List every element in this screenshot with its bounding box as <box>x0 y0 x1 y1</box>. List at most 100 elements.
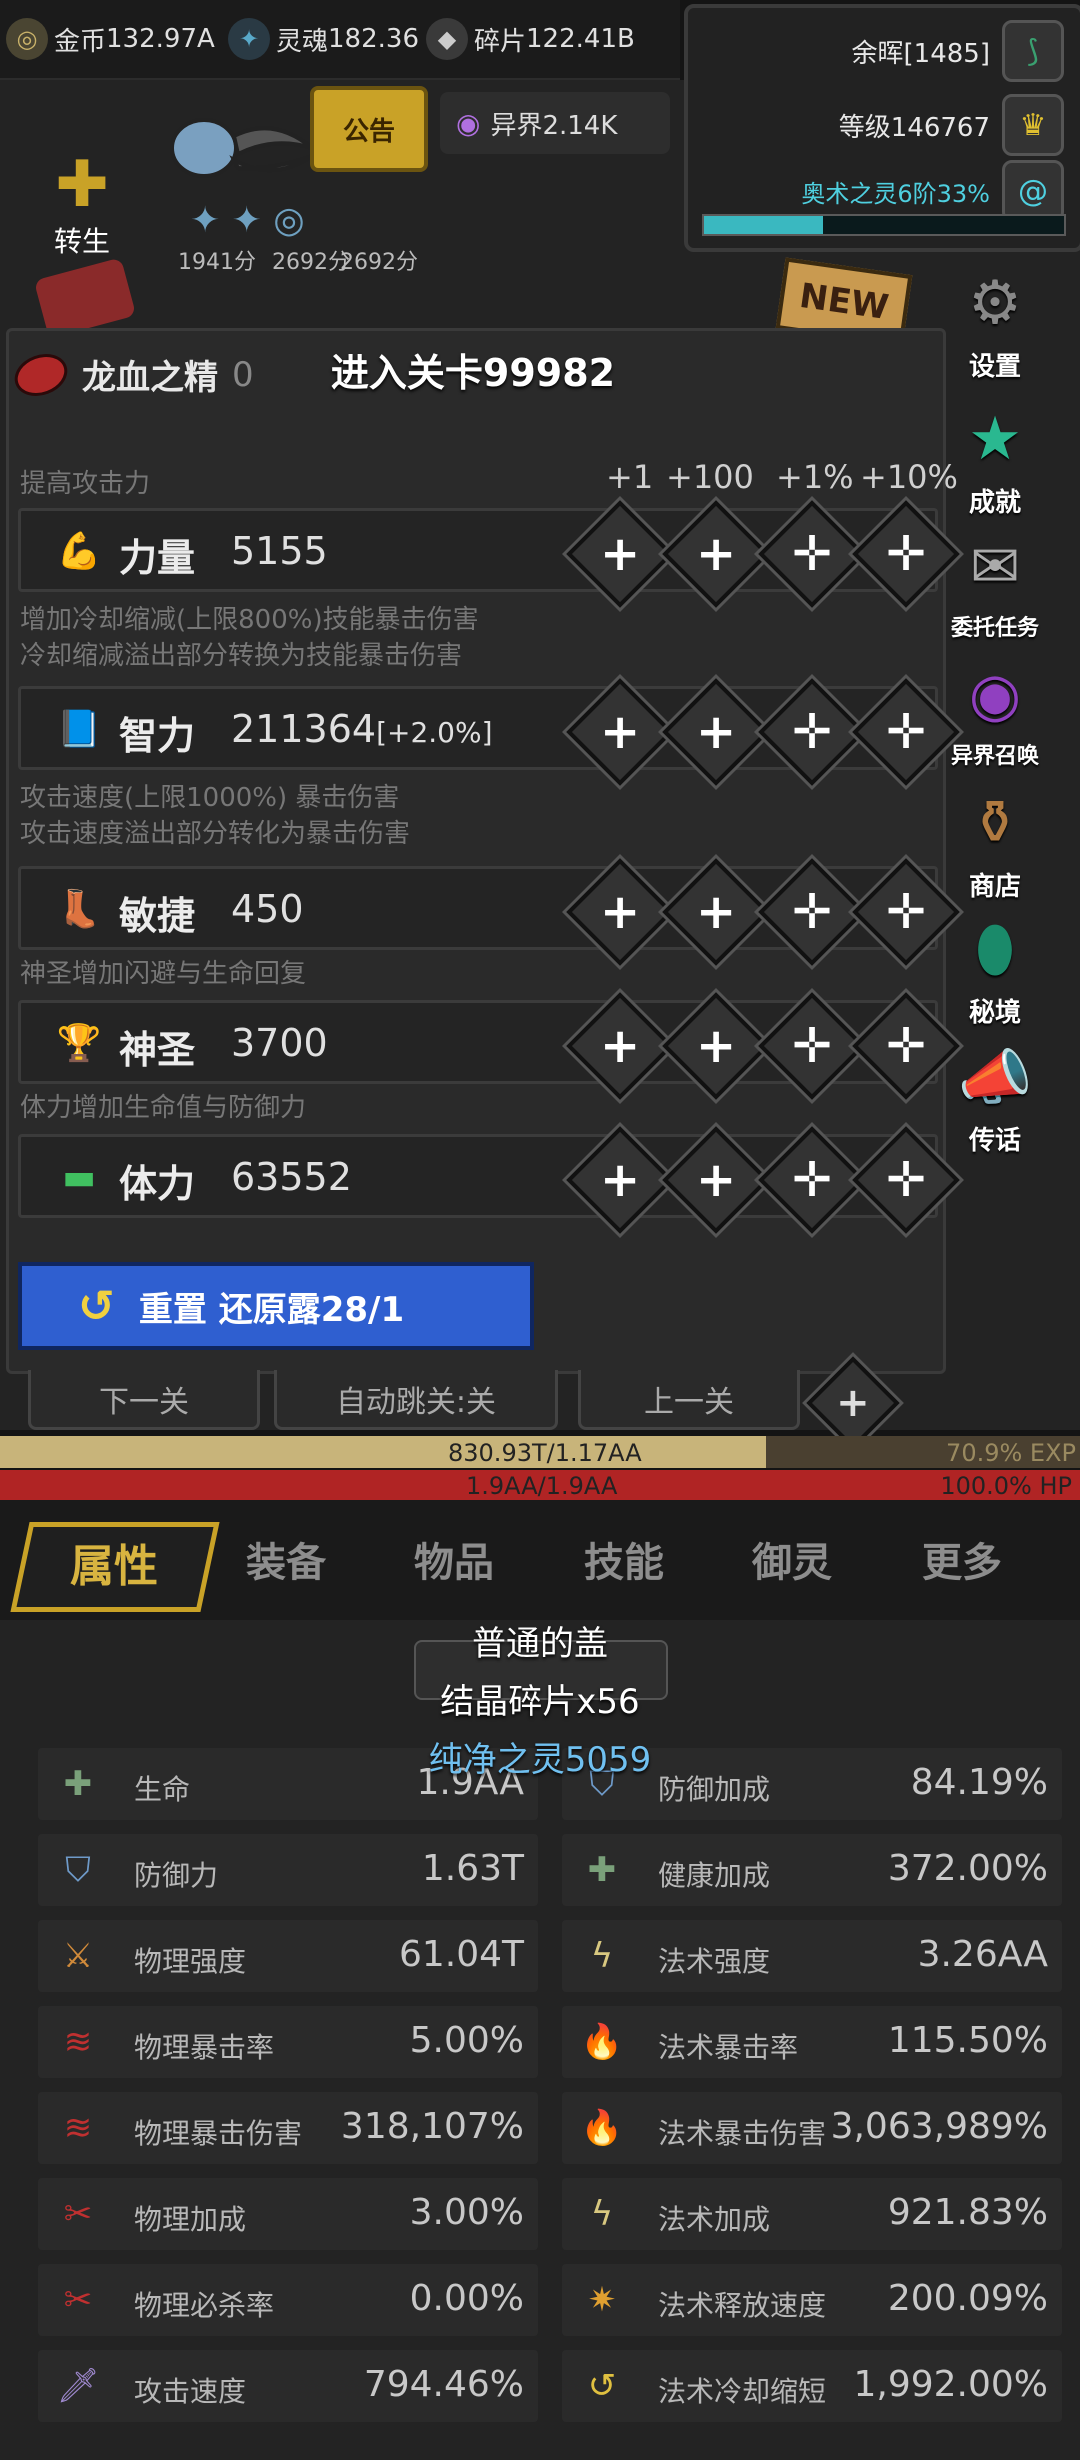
side-shop[interactable]: ⚱ 商店 <box>930 780 1060 903</box>
plus-icon: + <box>695 884 737 940</box>
side-summon[interactable]: ◉ 异界召唤 <box>930 652 1060 770</box>
attribute-cell: 🔥 法术暴击伤害 3,063,989% <box>562 2092 1062 2164</box>
col-header: +1 <box>606 458 654 496</box>
tab-spirits[interactable]: 御灵 <box>752 1530 832 1588</box>
attribute-value: 1,992.00% <box>853 2364 1048 2405</box>
claw-icon: ≋ <box>63 2108 93 2148</box>
attribute-cell: ≋ 物理暴击率 5.00% <box>38 2006 538 2078</box>
rebirth-button[interactable]: ✚ 转生 <box>22 140 142 260</box>
desc-line: 攻击速度溢出部分转化为暴击伤害 <box>20 819 411 849</box>
refresh-icon: ↺ <box>587 2366 617 2406</box>
side-label: 设置 <box>968 352 1021 382</box>
otherworld-button[interactable]: ◉ 异界2.14K <box>440 92 670 154</box>
plus-icon: + <box>695 526 737 582</box>
prev-stage-button[interactable]: 上一关 <box>578 1370 800 1430</box>
side-label: 成就 <box>968 488 1021 518</box>
side-label: 商店 <box>968 872 1021 902</box>
tab-items[interactable]: 物品 <box>414 1530 494 1588</box>
currency-bar: ◎ 金币 132.97A ✦ 灵魂 182.36 ◆ 碎片 122.41B <box>0 0 680 81</box>
attribute-cell: ≋ 物理暴击伤害 318,107% <box>38 2092 538 2164</box>
attribute-value: 372.00% <box>887 1848 1048 1889</box>
attribute-name: 法术加成 <box>658 2203 771 2236</box>
stat-description: 提高攻击力 <box>20 469 151 499</box>
mirror-icon: ⬮ <box>976 914 1014 984</box>
attribute-name: 物理加成 <box>134 2203 247 2236</box>
stat-name: 敏捷 <box>119 894 196 938</box>
currency-soul: ✦ 灵魂 182.36 <box>228 14 424 64</box>
arcane-progress-bar <box>702 214 1066 236</box>
side-commission[interactable]: ✉ 委托任务 <box>930 524 1060 642</box>
score-value: 1941分 <box>178 250 256 275</box>
attribute-name: 攻击速度 <box>134 2375 247 2408</box>
next-stage-button[interactable]: 下一关 <box>28 1370 260 1430</box>
stat-value: 63552 <box>231 1155 352 1199</box>
attribute-cell: ⛉ 防御力 1.63T <box>38 1834 538 1906</box>
swirl-icon: @ <box>1002 160 1064 222</box>
attribute-value: 921.83% <box>887 2192 1048 2233</box>
level-row[interactable]: 等级146767 ♛ <box>839 94 1064 156</box>
dialog-title: 进入关卡99982 <box>330 351 616 395</box>
exp-text: 830.93T/1.17AA <box>448 1439 642 1467</box>
notice-button[interactable]: 公告 <box>310 86 428 172</box>
stat-name: 智力 <box>119 714 196 758</box>
tab-attributes[interactable]: 属性 <box>70 1530 158 1594</box>
exp-percent: 70.9% EXP <box>946 1439 1076 1467</box>
attribute-value: 3.00% <box>409 2192 524 2233</box>
attribute-cell: ϟ 法术强度 3.26AA <box>562 1920 1062 1992</box>
dagger-icon: 🗡 <box>56 2366 100 2406</box>
attribute-cell: 🗡 攻击速度 794.46% <box>38 2350 538 2422</box>
stat-number: 211364 <box>231 707 377 751</box>
currency-label: 灵魂 <box>276 26 329 57</box>
attribute-name: 物理暴击率 <box>134 2031 275 2064</box>
score-icons: ✦ ✦ ◎ <box>190 200 305 241</box>
hp-bar: 1.9AA/1.9AA 100.0% HP <box>0 1470 1080 1500</box>
tab-skills[interactable]: 技能 <box>584 1530 664 1588</box>
tab-equipment[interactable]: 装备 <box>246 1530 326 1588</box>
side-settings[interactable]: ⚙ 设置 <box>930 260 1060 383</box>
burst-icon: ✷ <box>587 2280 617 2320</box>
attribute-cell: ✚ 健康加成 372.00% <box>562 1834 1062 1906</box>
gear-icon: ⚙ <box>968 268 1022 338</box>
star-icon: ★ <box>968 404 1022 474</box>
bolt-icon: ϟ <box>590 1936 614 1976</box>
arm-icon: 💪 <box>56 531 102 572</box>
horn-icon: 📣 <box>957 1042 1033 1113</box>
plus-icon: + <box>695 1152 737 1208</box>
col-header: +1% <box>776 458 854 496</box>
stat-bonus: [+2.0%] <box>376 716 493 749</box>
reset-button[interactable]: ↺ 重置 还原露28/1 <box>18 1262 534 1350</box>
attribute-value: 200.09% <box>887 2278 1048 2319</box>
attribute-cell: ϟ 法术加成 921.83% <box>562 2178 1062 2250</box>
crown-icon: ♛ <box>1002 94 1064 156</box>
cross-icon: ✚ <box>55 148 109 222</box>
auto-skip-button[interactable]: 自动跳关:关 <box>274 1370 558 1430</box>
attribute-cell: ⚔ 物理强度 61.04T <box>38 1920 538 1992</box>
arcane-row[interactable]: 奥术之灵6阶33% @ <box>801 160 1064 222</box>
reset-label: 重置 还原露28/1 <box>138 1289 405 1330</box>
attribute-cell: ✂ 物理加成 3.00% <box>38 2178 538 2250</box>
col-header: +10% <box>860 458 958 496</box>
plus-icon: + <box>599 1018 641 1074</box>
plus-icon: + <box>695 704 737 760</box>
afterglow-value: 余晖[1485] <box>851 38 990 69</box>
plus-icon: ✛ <box>885 704 927 760</box>
claw-icon[interactable] <box>164 96 314 206</box>
attribute-name: 防御力 <box>134 1859 219 1892</box>
loot-item: 普通的盖 <box>472 1624 608 1664</box>
desc-line: 体力增加生命值与防御力 <box>20 1093 307 1123</box>
stat-value: 3700 <box>231 1021 328 1065</box>
cross-icon: ✚ <box>587 1850 617 1890</box>
attribute-cell: ↺ 法术冷却缩短 1,992.00% <box>562 2350 1062 2422</box>
side-secret-realm[interactable]: ⬮ 秘境 <box>930 906 1060 1029</box>
stat-description: 攻击速度(上限1000%) 暴击伤害 攻击速度溢出部分转化为暴击伤害 <box>20 780 410 852</box>
tab-more[interactable]: 更多 <box>922 1530 1002 1588</box>
attribute-value: 115.50% <box>887 2020 1048 2061</box>
plus-icon: + <box>599 884 641 940</box>
scroll-icon: ✉ <box>969 532 1021 602</box>
attribute-value: 61.04T <box>398 1934 524 1975</box>
bone-icon: ▬ <box>61 1156 96 1198</box>
attribute-name: 法术释放速度 <box>658 2289 827 2322</box>
afterglow-row[interactable]: 余晖[1485] ⟆ <box>852 20 1064 82</box>
score-value: 2692分 <box>340 250 418 275</box>
level-value: 等级146767 <box>838 112 990 143</box>
